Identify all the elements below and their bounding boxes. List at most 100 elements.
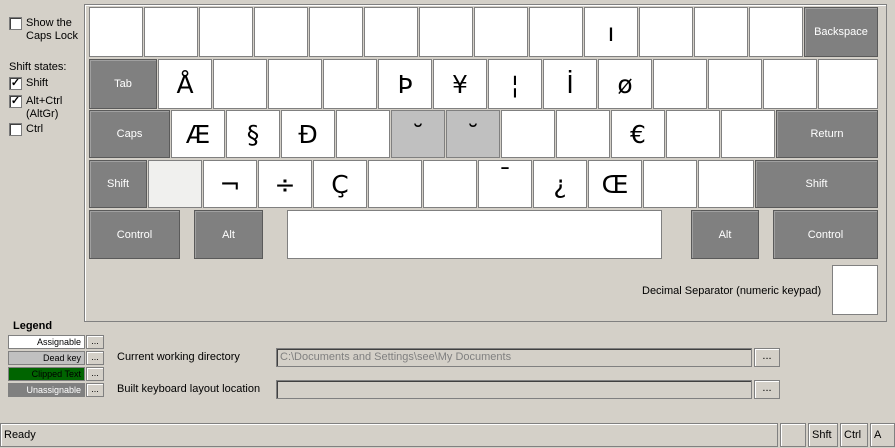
checkbox-box[interactable] bbox=[9, 17, 22, 30]
control-left-key[interactable]: Control bbox=[89, 210, 180, 259]
key-r4-4[interactable] bbox=[368, 160, 422, 208]
status-ctrl: Ctrl bbox=[840, 423, 868, 447]
key-r4-1[interactable]: ¬ bbox=[203, 160, 257, 208]
key-r2-11[interactable] bbox=[763, 59, 817, 109]
key-r2-10[interactable] bbox=[708, 59, 762, 109]
alt-left-key[interactable]: Alt bbox=[194, 210, 263, 259]
checkbox-box[interactable] bbox=[9, 123, 22, 136]
altgr-checkbox[interactable]: ✓ Alt+Ctrl (AltGr) bbox=[9, 95, 62, 121]
key-r2-8[interactable]: ø bbox=[598, 59, 652, 109]
status-alt: A bbox=[870, 423, 895, 447]
key-r2-6[interactable]: ¦ bbox=[488, 59, 542, 109]
key-r1-0[interactable] bbox=[89, 7, 143, 57]
legend-color-button[interactable]: ... bbox=[86, 367, 104, 381]
key-r1-11[interactable] bbox=[694, 7, 748, 57]
key-r4-9[interactable] bbox=[643, 160, 697, 208]
key-r2-7[interactable]: İ bbox=[543, 59, 597, 109]
label-line2: (AltGr) bbox=[26, 108, 59, 120]
legend-item-dead-key: Dead key ... bbox=[8, 351, 104, 365]
legend-color-button[interactable]: ... bbox=[86, 335, 104, 349]
cwd-browse-button[interactable]: ... bbox=[754, 348, 780, 367]
status-text: Ready bbox=[0, 423, 778, 447]
key-r1-12[interactable] bbox=[749, 7, 803, 57]
cwd-label: Current working directory bbox=[117, 351, 240, 363]
show-caps-lock-checkbox[interactable]: Show the Caps Lock bbox=[9, 17, 78, 43]
key-r1-7[interactable] bbox=[474, 7, 528, 57]
decimal-separator-key[interactable] bbox=[832, 265, 878, 315]
dead-key-breve-2[interactable]: ˘ bbox=[446, 110, 500, 158]
dead-key-breve-1[interactable]: ˘ bbox=[391, 110, 445, 158]
key-r2-5[interactable]: ¥ bbox=[433, 59, 487, 109]
checkbox-box[interactable]: ✓ bbox=[9, 77, 22, 90]
decimal-separator-label: Decimal Separator (numeric keypad) bbox=[642, 285, 822, 297]
key-r2-1[interactable] bbox=[213, 59, 267, 109]
control-right-key[interactable]: Control bbox=[773, 210, 878, 259]
key-r2-2[interactable] bbox=[268, 59, 322, 109]
key-r1-4[interactable] bbox=[309, 7, 363, 57]
key-r1-9[interactable]: ı bbox=[584, 7, 638, 57]
key-r1-5[interactable] bbox=[364, 7, 418, 57]
legend-swatch: Dead key bbox=[8, 351, 85, 365]
ctrl-checkbox[interactable]: Ctrl bbox=[9, 123, 43, 136]
legend-item-assignable: Assignable ... bbox=[8, 335, 104, 349]
shift-states-title: Shift states: bbox=[9, 61, 67, 73]
legend-swatch: Assignable bbox=[8, 335, 85, 349]
backspace-key[interactable]: Backspace bbox=[804, 7, 878, 57]
key-r2-0[interactable]: Å bbox=[158, 59, 212, 109]
return-key[interactable]: Return bbox=[776, 110, 878, 158]
key-r3-1[interactable]: § bbox=[226, 110, 280, 158]
key-r3-0[interactable]: Æ bbox=[171, 110, 225, 158]
checkbox-box[interactable]: ✓ bbox=[9, 95, 22, 108]
key-r1-6[interactable] bbox=[419, 7, 473, 57]
label-line1: Alt+Ctrl bbox=[26, 95, 63, 107]
legend-item-unassignable: Unassignable ... bbox=[8, 383, 104, 397]
key-r2-3[interactable] bbox=[323, 59, 377, 109]
show-caps-lock-label: Show the Caps Lock bbox=[26, 17, 78, 43]
key-r4-0[interactable] bbox=[148, 160, 202, 208]
options-panel: Show the Caps Lock Shift states: ✓ Shift … bbox=[0, 0, 84, 320]
build-location-label: Built keyboard layout location bbox=[117, 383, 261, 395]
legend-title: Legend bbox=[13, 320, 53, 332]
legend-swatch: Unassignable bbox=[8, 383, 85, 397]
key-r1-8[interactable] bbox=[529, 7, 583, 57]
label-line1: Show the bbox=[26, 17, 72, 29]
legend-item-clipped-text: Clipped Text ... bbox=[8, 367, 104, 381]
shift-checkbox[interactable]: ✓ Shift bbox=[9, 77, 48, 90]
key-r4-8[interactable]: Œ bbox=[588, 160, 642, 208]
status-shift: Shft bbox=[808, 423, 838, 447]
key-r4-5[interactable] bbox=[423, 160, 477, 208]
build-location-browse-button[interactable]: ... bbox=[754, 380, 780, 399]
key-r2-4[interactable]: Þ bbox=[378, 59, 432, 109]
shift-label: Shift bbox=[26, 77, 49, 89]
key-r3-2[interactable]: Đ bbox=[281, 110, 335, 158]
key-r4-7[interactable]: ¿ bbox=[533, 160, 587, 208]
key-r1-1[interactable] bbox=[144, 7, 198, 57]
tab-key[interactable]: Tab bbox=[89, 59, 157, 109]
key-r3-7[interactable] bbox=[556, 110, 610, 158]
key-r2-12[interactable] bbox=[818, 59, 878, 109]
altgr-label: Alt+Ctrl (AltGr) bbox=[26, 95, 62, 121]
key-r4-3[interactable]: Ç bbox=[313, 160, 367, 208]
key-r4-2[interactable]: ÷ bbox=[258, 160, 312, 208]
key-r3-6[interactable] bbox=[501, 110, 555, 158]
legend-color-button[interactable]: ... bbox=[86, 383, 104, 397]
key-r3-10[interactable] bbox=[721, 110, 775, 158]
key-r1-3[interactable] bbox=[254, 7, 308, 57]
spacebar-key[interactable] bbox=[287, 210, 662, 259]
key-r3-9[interactable] bbox=[666, 110, 720, 158]
label-line2: Caps Lock bbox=[26, 30, 78, 42]
build-location-field[interactable] bbox=[276, 380, 752, 399]
key-r4-10[interactable] bbox=[698, 160, 754, 208]
legend-color-button[interactable]: ... bbox=[86, 351, 104, 365]
caps-key[interactable]: Caps bbox=[89, 110, 170, 158]
key-r3-8[interactable]: € bbox=[611, 110, 665, 158]
key-r1-10[interactable] bbox=[639, 7, 693, 57]
key-r4-6[interactable]: ¯ bbox=[478, 160, 532, 208]
alt-right-key[interactable]: Alt bbox=[691, 210, 759, 259]
key-r3-3[interactable] bbox=[336, 110, 390, 158]
key-r1-2[interactable] bbox=[199, 7, 253, 57]
key-r2-9[interactable] bbox=[653, 59, 707, 109]
shift-left-key[interactable]: Shift bbox=[89, 160, 147, 208]
shift-right-key[interactable]: Shift bbox=[755, 160, 878, 208]
cwd-field[interactable]: C:\Documents and Settings\see\My Documen… bbox=[276, 348, 752, 367]
